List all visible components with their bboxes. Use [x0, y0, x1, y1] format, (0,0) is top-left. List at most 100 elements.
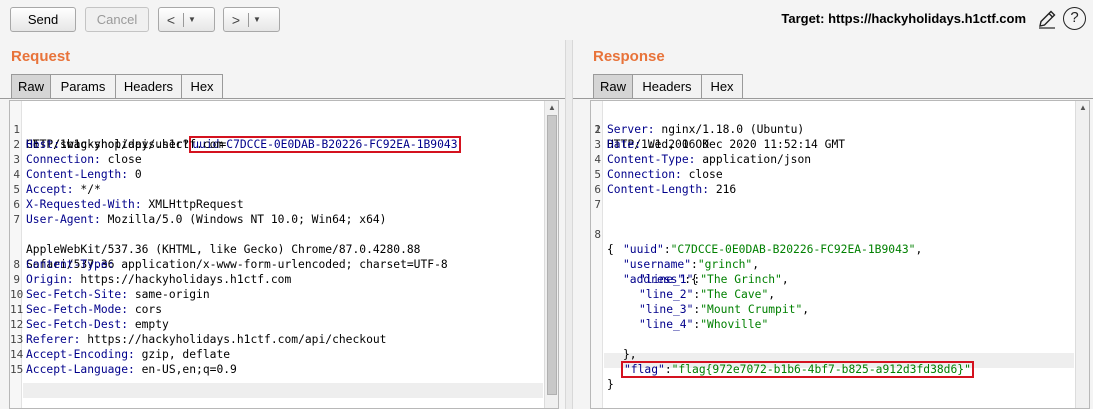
flag-value: "flag{972e7072-b1b6-4bf7-b825-a912d3fd38…	[671, 363, 971, 376]
header-value: https://hackyholidays.h1ctf.com	[73, 273, 292, 286]
response-editor[interactable]: 1 HTTP/1.1 200 OK 2 Server: nginx/1.18.0 …	[590, 100, 1090, 409]
code-line: 15 Accept-Language: en-US,en;q=0.9	[10, 363, 237, 376]
back-arrow-icon: <	[166, 11, 176, 28]
request-title: Request	[11, 48, 71, 65]
code-line: 4 Content-Length: 0	[13, 168, 142, 181]
response-scrollbar[interactable]: ▲	[1075, 101, 1089, 408]
header-value: en-US,en;q=0.9	[134, 363, 237, 376]
header-value: close	[100, 153, 142, 166]
tab-params[interactable]: Params	[50, 74, 116, 99]
header-value: hackyholidays.h1ctf.com	[60, 138, 224, 151]
code-line: 1 HTTP/1.1 200 OK	[594, 123, 710, 151]
scroll-up-arrow-icon[interactable]: ▲	[548, 103, 556, 112]
code-line: HTTP/1.1	[10, 122, 80, 151]
response-pane: Response Raw Headers Hex 1 HTTP/1.1 200 …	[573, 40, 1093, 409]
code-line: 13 Referer: https://hackyholidays.h1ctf.c…	[10, 333, 387, 346]
code-line: 1 GET /swag-shop/api/user? uuid=C7DCCE-0E…	[10, 107, 461, 153]
code-line: }	[591, 362, 645, 391]
tab-underline	[0, 98, 565, 99]
code-line: 6 Content-Length: 216	[594, 183, 737, 196]
forward-button[interactable]: > ▼	[223, 7, 280, 32]
response-title: Response	[593, 48, 665, 65]
json-string: "The Grinch"	[700, 273, 782, 286]
code-line: 3 Connection: close	[13, 153, 142, 166]
code-line: 4 Content-Type: application/json	[594, 153, 812, 166]
header-name: Content-Type:	[607, 153, 696, 166]
help-icon[interactable]: ?	[1063, 7, 1086, 30]
header-name: Sec-Fetch-Mode:	[26, 303, 129, 316]
header-name: Origin:	[26, 273, 74, 286]
code-line: "username":"grinch",	[623, 258, 760, 271]
header-value: same-origin	[128, 288, 210, 301]
code-line: 11 Sec-Fetch-Mode: cors	[10, 303, 163, 316]
chevron-down-icon[interactable]: ▼	[249, 15, 265, 24]
request-pane: Request Raw Params Headers Hex 1 GET /sw…	[0, 40, 565, 409]
pane-split-divider[interactable]	[565, 40, 573, 409]
request-editor[interactable]: 1 GET /swag-shop/api/user? uuid=C7DCCE-0E…	[9, 100, 559, 409]
code-line: 10 Sec-Fetch-Site: same-origin	[10, 288, 210, 301]
header-value: Mozilla/5.0 (Windows NT 10.0; Win64; x64…	[100, 213, 387, 226]
header-name: Content-Length:	[607, 183, 710, 196]
code-line: 7	[594, 198, 601, 211]
json-close-brace: }	[607, 378, 614, 391]
json-key: "line_2"	[639, 288, 694, 301]
code-line: "line_4":"Whoville"	[639, 318, 769, 331]
header-name: Sec-Fetch-Dest:	[26, 318, 129, 331]
code-line: "line_2":"The Cave",	[639, 288, 776, 301]
code-line: 5 Accept: */*	[13, 183, 101, 196]
tab-headers[interactable]: Headers	[115, 74, 182, 99]
code-line: "address":{	[623, 273, 698, 286]
param-value: C7DCCE-0E0DAB-B20226-FC92EA-1B9043	[226, 138, 458, 151]
code-line: 5 Connection: close	[594, 168, 723, 181]
header-name: X-Requested-With:	[26, 198, 142, 211]
header-value: cors	[128, 303, 163, 316]
tab-raw[interactable]: Raw	[11, 74, 51, 99]
back-button[interactable]: < ▼	[158, 7, 215, 32]
header-value: application/x-www-form-urlencoded; chars…	[114, 258, 448, 271]
json-key: "line_1"	[639, 273, 694, 286]
header-name: Content-Length:	[26, 168, 129, 181]
json-string: "Whoville"	[700, 318, 769, 331]
code-line: 6 X-Requested-With: XMLHttpRequest	[13, 198, 244, 211]
code-line: 12 Sec-Fetch-Dest: empty	[10, 318, 169, 331]
code-line: },	[591, 332, 645, 361]
header-value: */*	[73, 183, 101, 196]
json-string: "grinch"	[697, 258, 753, 271]
code-line: 14 Accept-Encoding: gzip, deflate	[10, 348, 231, 361]
code-line: 2 Host: hackyholidays.h1ctf.com	[13, 138, 224, 151]
request-scrollbar[interactable]: ▲	[544, 101, 558, 408]
code-line: 2 Server: nginx/1.18.0 (Ubuntu)	[594, 123, 805, 136]
header-name: Date:	[607, 138, 642, 151]
json-string: "C7DCCE-0E0DAB-B20226-FC92EA-1B9043"	[670, 243, 916, 256]
code-line: 3 Date: Wed, 16 Dec 2020 11:52:14 GMT	[594, 138, 846, 151]
scroll-up-arrow-icon[interactable]: ▲	[1079, 103, 1087, 112]
current-line-highlight	[23, 383, 543, 398]
tab-hex[interactable]: Hex	[701, 74, 743, 99]
code-line: "line_1":"The Grinch",	[639, 273, 789, 286]
chevron-down-icon[interactable]: ▼	[184, 15, 200, 24]
json-string: "The Cave"	[700, 288, 769, 301]
pencil-icon[interactable]	[1036, 8, 1058, 30]
code-line: "line_3":"Mount Crumpit",	[639, 303, 810, 316]
header-value: empty	[128, 318, 169, 331]
response-code: 1 HTTP/1.1 200 OK 2 Server: nginx/1.18.0 …	[591, 107, 974, 391]
header-value: 0	[128, 168, 142, 181]
toolbar: Send Cancel < ▼ > ▼ Target: https://hack…	[0, 0, 1093, 40]
user-agent-continuation: AppleWebKit/537.36 (KHTML, like Gecko) C…	[26, 243, 421, 256]
header-name: User-Agent:	[26, 213, 101, 226]
request-code: 1 GET /swag-shop/api/user? uuid=C7DCCE-0E…	[10, 107, 461, 377]
header-value: gzip, deflate	[134, 348, 231, 361]
tab-raw[interactable]: Raw	[593, 74, 633, 99]
tab-hex[interactable]: Hex	[181, 74, 223, 99]
send-button[interactable]: Send	[10, 7, 76, 32]
header-value: close	[681, 168, 723, 181]
forward-arrow-icon: >	[231, 11, 241, 28]
json-key: "line_3"	[639, 303, 694, 316]
flag-highlight: "flag":"flag{972e7072-b1b6-4bf7-b825-a91…	[621, 361, 974, 378]
cancel-button[interactable]: Cancel	[85, 7, 149, 32]
scroll-thumb[interactable]	[547, 115, 557, 395]
header-name: Accept-Encoding:	[26, 348, 135, 361]
code-line: 7 User-Agent: Mozilla/5.0 (Windows NT 10.…	[13, 213, 387, 226]
tab-headers[interactable]: Headers	[632, 74, 702, 99]
code-line: AppleWebKit/537.36 (KHTML, like Gecko) C…	[10, 227, 420, 256]
